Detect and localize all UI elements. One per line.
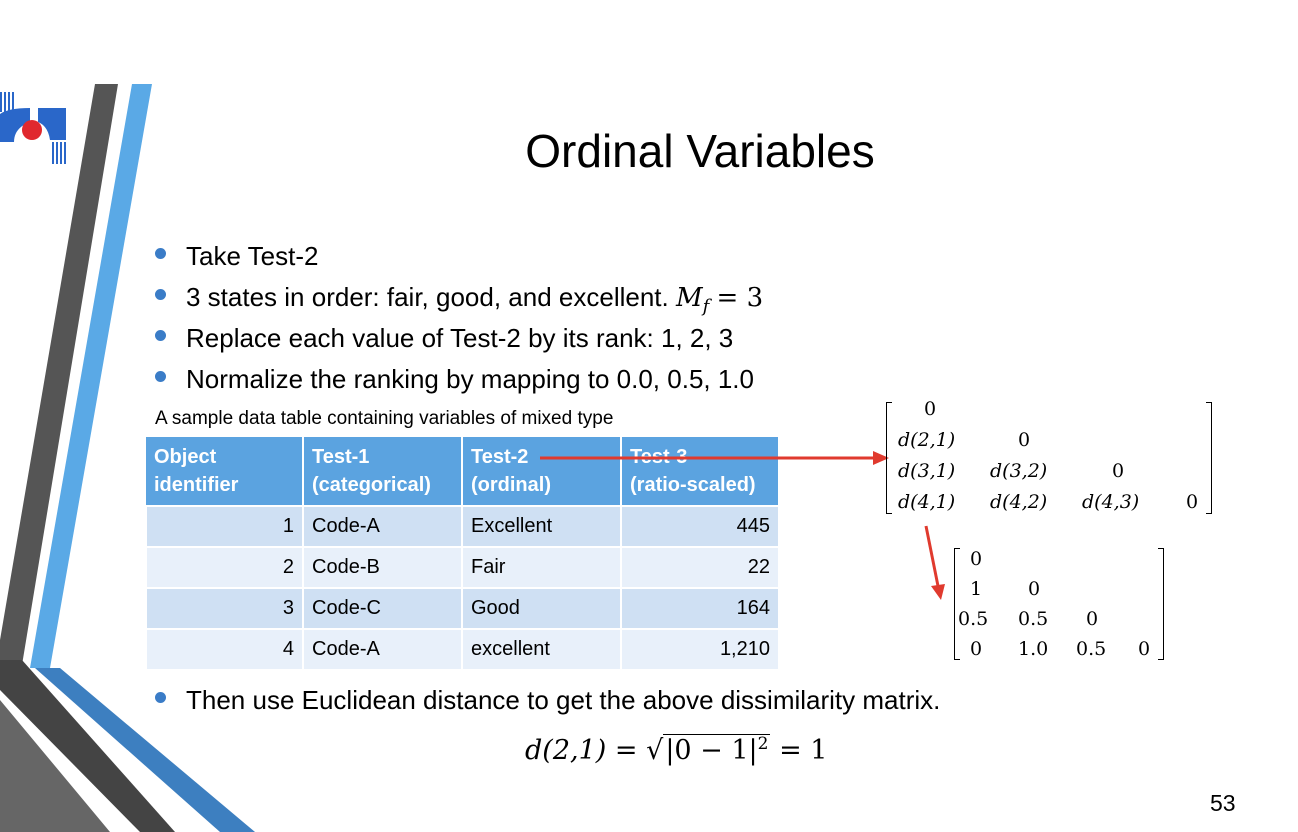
matrix-cell: 0.5 — [958, 608, 989, 630]
formula-rhs: = 1 — [779, 735, 828, 766]
bullet-item: Then use Euclidean distance to get the a… — [155, 680, 940, 721]
matrix-cell: 0 — [924, 398, 937, 420]
matrix-cell: 0 — [970, 638, 983, 660]
matrix-cell: 0.5 — [1018, 608, 1049, 630]
matrix-cell: 0 — [1028, 578, 1041, 600]
matrix-cell: 0.5 — [1076, 638, 1107, 660]
matrix-cell: d(3,2) — [990, 460, 1048, 482]
matrix-cell: 0 — [1018, 429, 1031, 451]
matrix-right-bracket — [1206, 402, 1212, 514]
arrow-head — [931, 584, 945, 600]
final-bullet-list: Then use Euclidean distance to get the a… — [155, 680, 940, 721]
formula-lhs: d(2,1) = — [525, 735, 638, 766]
matrix-cell: d(4,2) — [990, 491, 1048, 513]
matrix-cell: 0 — [1112, 460, 1125, 482]
matrix-cell: d(4,1) — [898, 491, 956, 513]
page-number: 53 — [1210, 790, 1236, 816]
matrix-right-bracket — [1158, 548, 1164, 660]
numeric-dissimilarity-matrix: 0 1 0 0.5 0.5 0 0 1.0 0.5 0 — [954, 548, 1168, 664]
symbolic-dissimilarity-matrix: 0 d(2,1) 0 d(3,1) d(3,2) 0 d(4,1) d(4,2)… — [886, 398, 1216, 518]
matrix-cell: 1 — [970, 578, 983, 600]
matrix-cell: 0 — [1186, 491, 1199, 513]
matrix-cell: 1.0 — [1018, 638, 1049, 660]
matrix-cell: 0 — [970, 548, 983, 570]
matrix-cell: d(4,3) — [1082, 491, 1140, 513]
matrix-cell: 0 — [1086, 608, 1099, 630]
euclidean-distance-formula: d(2,1) = √|0 − 1|2 = 1 — [525, 734, 827, 766]
matrix-cell: d(3,1) — [898, 460, 956, 482]
matrix-left-bracket — [954, 548, 960, 660]
arrow-matrix-to-numeric — [924, 525, 940, 587]
formula-radicand: |0 − 1|2 — [663, 734, 771, 766]
matrix-left-bracket — [886, 402, 892, 514]
matrix-cell: 0 — [1138, 638, 1151, 660]
matrix-cell: d(2,1) — [898, 429, 956, 451]
sqrt-symbol: √ — [646, 735, 664, 766]
